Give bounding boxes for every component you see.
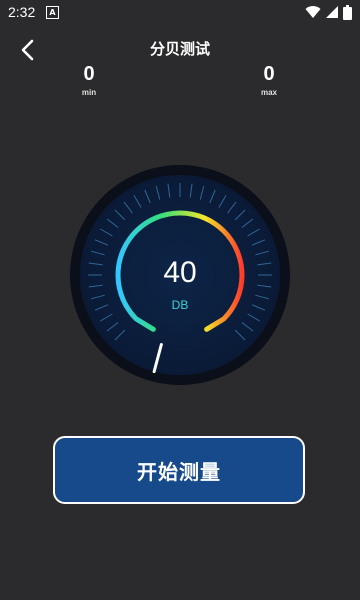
max-stat: 0 max: [244, 62, 294, 97]
wifi-icon: [305, 6, 321, 19]
max-value: 0: [263, 63, 275, 85]
start-measure-button[interactable]: 开始测量: [53, 436, 305, 504]
max-label: max: [260, 88, 277, 97]
page-title: 分贝测试: [149, 40, 210, 58]
status-bar: 2:32 A: [0, 0, 360, 24]
app-header: 分贝测试: [0, 24, 360, 74]
battery-icon: [343, 4, 352, 20]
min-stat: 0 min: [64, 62, 114, 97]
status-time: 2:32: [8, 4, 36, 20]
signal-icon: [326, 6, 338, 18]
gauge-unit: DB: [171, 298, 189, 312]
app-notification-icon: A: [46, 6, 59, 19]
gauge-value: 40: [163, 256, 197, 289]
status-icons: [305, 4, 352, 20]
min-label: min: [81, 88, 97, 97]
min-value: 0: [83, 63, 95, 85]
